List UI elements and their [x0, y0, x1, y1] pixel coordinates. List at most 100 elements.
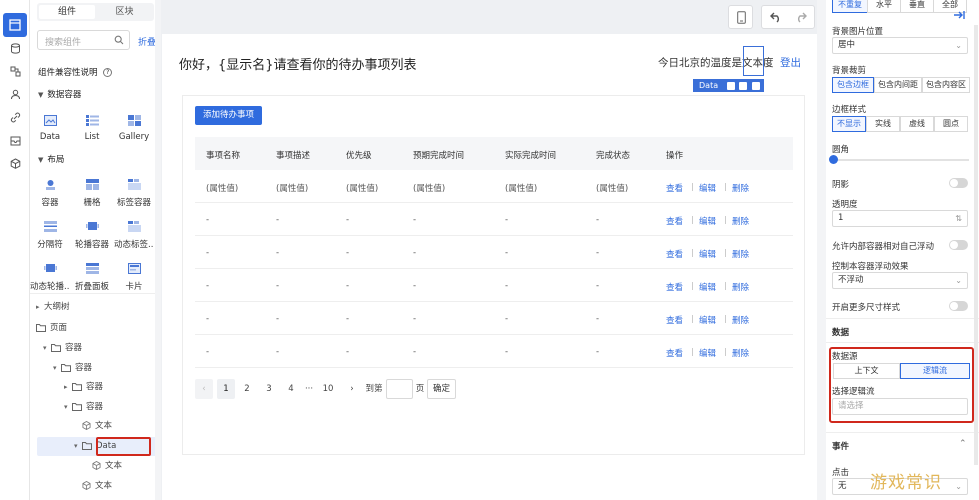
- component-collapse-panel[interactable]: 折叠面板: [72, 256, 112, 294]
- edit-link[interactable]: 编辑: [699, 248, 716, 260]
- action-separator: [692, 249, 693, 257]
- view-link[interactable]: 查看: [666, 281, 683, 293]
- properties-scrollbar[interactable]: [974, 25, 978, 465]
- goto-confirm-button[interactable]: 确定: [427, 379, 456, 399]
- delete-link[interactable]: 删除: [732, 281, 749, 293]
- page-number[interactable]: 1: [217, 379, 235, 399]
- copy-icon[interactable]: [739, 81, 748, 90]
- tree-node-container[interactable]: ▾ 容器: [64, 398, 103, 416]
- redo-icon[interactable]: [795, 12, 807, 23]
- radius-slider-track[interactable]: [832, 159, 969, 161]
- view-link[interactable]: 查看: [666, 314, 683, 326]
- chevron-down-icon: ▾: [53, 364, 57, 372]
- prev-page-button[interactable]: ‹: [195, 379, 213, 399]
- radius-slider-handle[interactable]: [829, 155, 838, 164]
- component-data[interactable]: Data: [30, 108, 70, 146]
- tree-node-text[interactable]: 文本: [82, 417, 112, 435]
- link-icon[interactable]: [7, 109, 23, 125]
- float-inner-toggle[interactable]: [949, 240, 968, 250]
- tree-node-container[interactable]: ▸ 容器: [64, 378, 103, 396]
- undo-icon[interactable]: [770, 12, 782, 23]
- more-size-toggle[interactable]: [949, 301, 968, 311]
- cube-icon[interactable]: [7, 155, 23, 171]
- component-carousel[interactable]: 轮播容器: [72, 214, 112, 252]
- logout-link[interactable]: 登出: [780, 55, 801, 70]
- opacity-input[interactable]: 1 ⇅: [832, 210, 968, 227]
- float-ctrl-select[interactable]: 不浮动 ⌄: [832, 272, 968, 289]
- database-icon[interactable]: [7, 40, 23, 56]
- tree-node-text[interactable]: 文本: [82, 477, 112, 495]
- device-toggle[interactable]: [728, 5, 753, 29]
- bg-clip-option[interactable]: 包含内容区: [922, 77, 970, 93]
- add-todo-button[interactable]: 添加待办事项: [195, 106, 263, 125]
- repeat-option[interactable]: 垂直: [900, 0, 934, 13]
- shadow-toggle[interactable]: [949, 178, 968, 188]
- edit-link[interactable]: 编辑: [699, 314, 716, 326]
- page-number[interactable]: 10: [319, 379, 337, 399]
- edit-link[interactable]: 编辑: [699, 182, 716, 194]
- tree-node-container[interactable]: ▾ 容器: [53, 359, 92, 377]
- delete-link[interactable]: 删除: [732, 347, 749, 359]
- tab-blocks[interactable]: 区块: [97, 5, 152, 19]
- edit-link[interactable]: 编辑: [699, 215, 716, 227]
- edit-link[interactable]: 编辑: [699, 347, 716, 359]
- bg-clip-option[interactable]: 包含边框: [832, 77, 874, 93]
- page-number[interactable]: 2: [239, 379, 255, 399]
- delete-link[interactable]: 删除: [732, 314, 749, 326]
- page-number[interactable]: 4: [283, 379, 299, 399]
- component-dynamic-tabs[interactable]: 动态标签...: [114, 214, 154, 252]
- component-divider[interactable]: 分隔符: [30, 214, 70, 252]
- component-card[interactable]: 卡片: [114, 256, 154, 294]
- bg-clip-option[interactable]: 包含内间距: [874, 77, 922, 93]
- collapse-panel-icon[interactable]: [953, 10, 973, 25]
- table-cell: (属性值): [505, 184, 538, 194]
- component-search-input[interactable]: 搜索组件: [37, 30, 130, 50]
- repeat-option[interactable]: 不重复: [832, 0, 868, 13]
- tree-node-page[interactable]: 页面: [36, 319, 67, 337]
- pin-icon[interactable]: [727, 81, 736, 90]
- outline-title[interactable]: ▸ 大纲树: [36, 298, 70, 316]
- view-link[interactable]: 查看: [666, 248, 683, 260]
- section-layout[interactable]: ▼ 布局: [38, 153, 64, 165]
- border-style-option[interactable]: 虚线: [900, 116, 934, 132]
- action-separator: [692, 315, 693, 323]
- border-style-option[interactable]: 圆点: [934, 116, 968, 132]
- view-link[interactable]: 查看: [666, 182, 683, 194]
- tree-node-text[interactable]: 文本: [92, 457, 122, 475]
- bg-position-select[interactable]: 居中 ⌄: [832, 37, 968, 54]
- collapse-link[interactable]: 折叠: [138, 35, 156, 48]
- tab-components[interactable]: 组件: [39, 5, 95, 19]
- page-ellipsis[interactable]: ···: [301, 379, 317, 399]
- component-container[interactable]: 容器: [30, 172, 70, 210]
- component-grid[interactable]: 栅格: [72, 172, 112, 210]
- section-data-containers[interactable]: ▼ 数据容器: [38, 88, 81, 100]
- component-tab-container[interactable]: 标签容器: [114, 172, 154, 210]
- border-style-option[interactable]: 不显示: [832, 116, 866, 132]
- users-icon[interactable]: [7, 86, 23, 102]
- pages-icon[interactable]: [7, 17, 23, 33]
- selected-component-tag[interactable]: Data: [693, 79, 725, 92]
- goto-page-input[interactable]: [386, 379, 413, 399]
- inbox-icon[interactable]: [7, 132, 23, 148]
- component-gallery[interactable]: Gallery: [114, 108, 154, 146]
- table-cell: -: [413, 314, 417, 324]
- component-list[interactable]: List: [72, 108, 112, 146]
- tree-node-container[interactable]: ▾ 容器: [43, 339, 82, 357]
- page-number[interactable]: 3: [261, 379, 277, 399]
- border-style-option[interactable]: 实线: [866, 116, 900, 132]
- view-link[interactable]: 查看: [666, 215, 683, 227]
- flow-icon[interactable]: [7, 63, 23, 79]
- component-dynamic-carousel[interactable]: 动态轮播...: [30, 256, 70, 294]
- view-link[interactable]: 查看: [666, 347, 683, 359]
- edit-link[interactable]: 编辑: [699, 281, 716, 293]
- compat-note[interactable]: 组件兼容性说明 ?: [38, 66, 113, 78]
- delete-link[interactable]: 删除: [732, 215, 749, 227]
- delete-link[interactable]: 删除: [732, 182, 749, 194]
- delete-link[interactable]: 删除: [732, 248, 749, 260]
- delete-icon[interactable]: [751, 81, 760, 90]
- page-unit-label: 页: [415, 384, 425, 394]
- table-cell: -: [346, 248, 350, 258]
- repeat-option[interactable]: 水平: [867, 0, 901, 13]
- next-page-button[interactable]: ›: [345, 379, 359, 399]
- chevron-up-icon[interactable]: ⌃: [959, 439, 967, 449]
